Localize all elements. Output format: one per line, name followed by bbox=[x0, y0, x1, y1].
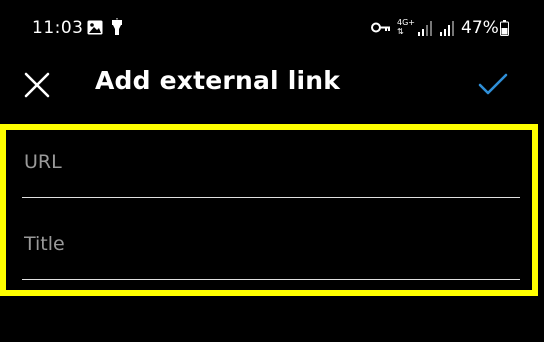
url-input[interactable] bbox=[22, 140, 520, 198]
signal-icon bbox=[418, 21, 432, 36]
title-input[interactable] bbox=[22, 222, 520, 280]
gallery-icon bbox=[87, 20, 103, 35]
battery-icon bbox=[500, 20, 509, 36]
data-arrows-icon: ⇅ bbox=[397, 27, 404, 36]
network-indicator: 4G+ ⇅ bbox=[397, 18, 415, 36]
link-form bbox=[0, 124, 538, 296]
page-title: Add external link bbox=[95, 66, 341, 95]
close-icon bbox=[24, 72, 50, 98]
title-field bbox=[22, 222, 520, 282]
status-bar: 11:03 4G+ ⇅ 47% bbox=[0, 0, 544, 60]
battery-percent: 47% bbox=[461, 18, 499, 38]
app-bar: Add external link bbox=[0, 60, 544, 120]
url-field bbox=[22, 140, 520, 200]
check-icon bbox=[478, 73, 508, 95]
network-type: 4G+ bbox=[397, 18, 415, 27]
torch-icon bbox=[112, 18, 122, 35]
confirm-button[interactable] bbox=[474, 66, 512, 102]
key-icon bbox=[371, 22, 390, 33]
status-time: 11:03 bbox=[32, 18, 84, 38]
signal-icon bbox=[440, 21, 454, 36]
close-button[interactable] bbox=[20, 68, 54, 102]
